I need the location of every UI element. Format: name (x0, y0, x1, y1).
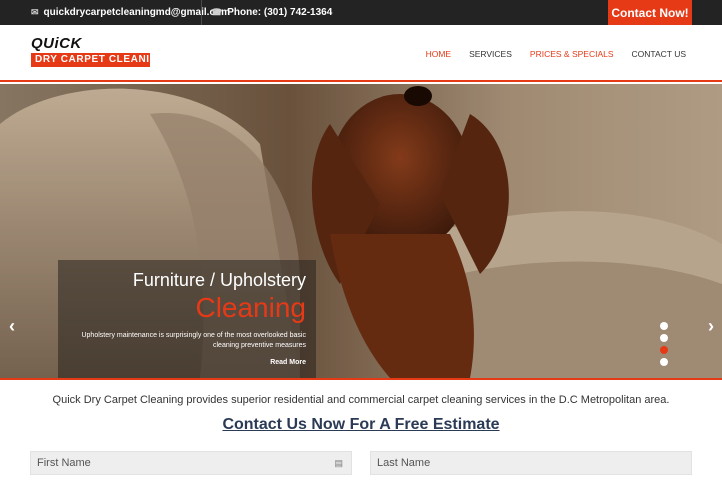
hero-slider: ‹ › Furniture / Upholstery Cleaning Upho… (0, 84, 722, 378)
read-more-link[interactable]: Read More (270, 359, 306, 366)
site-header: QUiCK DRY CARPET CLEANING HOME SERVICES … (0, 25, 722, 82)
next-slide-arrow-icon[interactable]: › (703, 316, 719, 336)
cta-heading: Contact Us Now For A Free Estimate (222, 416, 500, 433)
prev-slide-arrow-icon[interactable]: ‹ (4, 316, 20, 336)
slide-dot[interactable] (660, 322, 668, 330)
phone-link[interactable]: ☎ Phone: (301) 742-1364 (211, 0, 332, 25)
top-bar: ✉ quickdrycarpetcleaningmd@gmail.com ☎ P… (0, 0, 722, 25)
phone-text: Phone: (301) 742-1364 (227, 7, 333, 18)
nav-item-prices-specials[interactable]: PRICES & SPECIALS (530, 49, 614, 59)
slide-indicators (660, 322, 668, 366)
contact-now-button[interactable]: Contact Now! (608, 0, 692, 25)
last-name-field[interactable]: Last Name (370, 451, 692, 475)
phone-icon: ☎ (211, 7, 223, 17)
slide-description: Upholstery maintenance is surprisingly o… (81, 332, 306, 349)
main-nav: HOME SERVICES PRICES & SPECIALS CONTACT … (426, 25, 686, 82)
slide-title: Furniture / Upholstery (132, 270, 306, 290)
slide-caption: Furniture / Upholstery Cleaning Upholste… (58, 260, 316, 378)
first-name-field[interactable]: First Name ▤ (30, 451, 352, 475)
contact-card-icon: ▤ (334, 458, 343, 468)
logo[interactable]: QUiCK DRY CARPET CLEANING (31, 35, 165, 67)
nav-item-services[interactable]: SERVICES (469, 49, 512, 59)
logo-bottom-text: DRY CARPET CLEANING (31, 53, 165, 67)
logo-top-text: QUiCK (31, 35, 82, 52)
slide-dot[interactable] (660, 334, 668, 342)
nav-item-home[interactable]: HOME (426, 49, 452, 59)
slide-dot-active[interactable] (660, 346, 668, 354)
slide-dot[interactable] (660, 358, 668, 366)
slide-subtitle: Cleaning (195, 292, 306, 323)
intro-text: Quick Dry Carpet Cleaning provides super… (52, 394, 670, 406)
first-name-placeholder: First Name (37, 457, 91, 469)
envelope-icon: ✉ (31, 7, 39, 17)
email-text: quickdrycarpetcleaningmd@gmail.com (43, 7, 231, 18)
hero-bottom-border (0, 378, 722, 380)
nav-item-contact-us[interactable]: CONTACT US (632, 49, 686, 59)
topbar-divider (201, 0, 202, 25)
last-name-placeholder: Last Name (377, 457, 431, 469)
